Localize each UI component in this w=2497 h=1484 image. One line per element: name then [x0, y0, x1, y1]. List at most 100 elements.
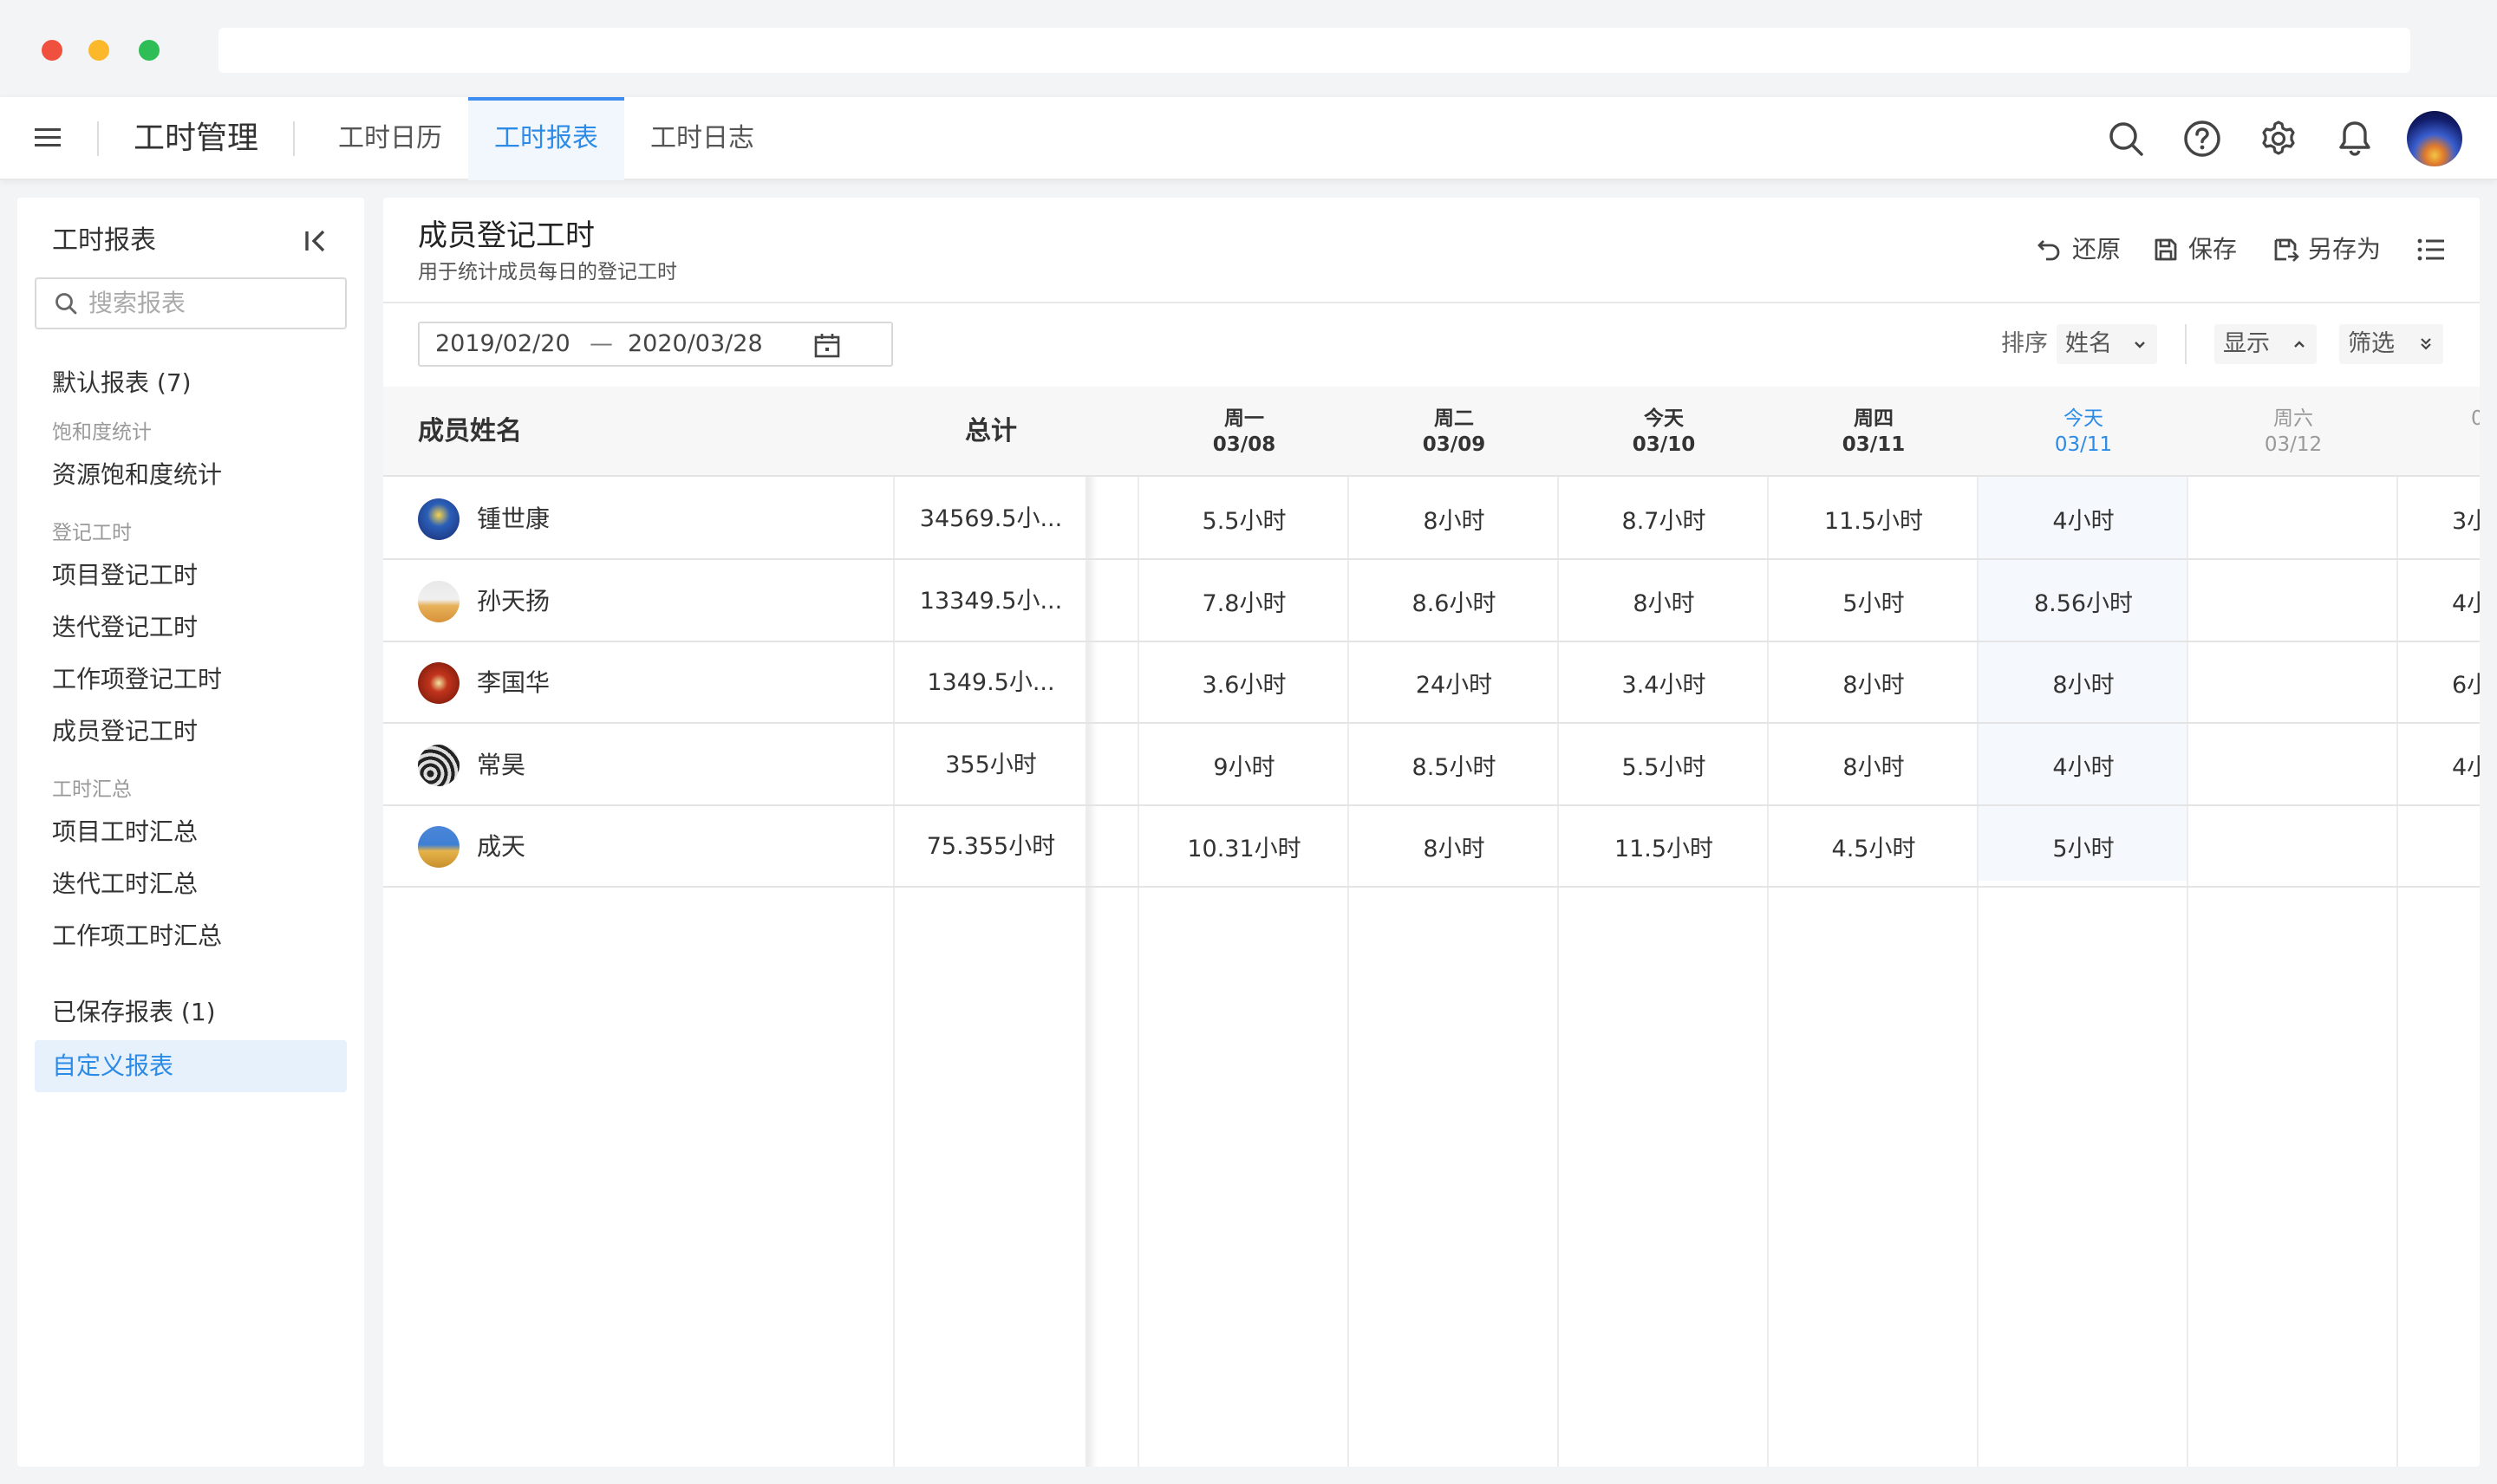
header-day-today: 今天 03/11 [1979, 387, 2188, 458]
table-row[interactable]: 李国华 1349.5小... 3.6小时 24小时 3.4小时 8小时 8小时 6小 [383, 642, 2480, 724]
subgroup-logged-hours: 登记工时 [52, 522, 132, 544]
day-hours-cell[interactable]: 3.4小时 [1559, 668, 1769, 703]
day-hours-cell[interactable]: 4小 [2452, 751, 2480, 785]
day-hours-cell[interactable]: 8.5小时 [1349, 751, 1559, 785]
list-view-icon[interactable] [2416, 234, 2447, 265]
sidebar-item-iteration-summary[interactable]: 迭代工时汇总 [52, 867, 198, 901]
day-hours-cell[interactable]: 4小时 [1979, 751, 2188, 785]
day-hours-cell[interactable]: 8.7小时 [1559, 504, 1769, 539]
day-hours-cell[interactable]: 4小时 [1979, 504, 2188, 539]
tab-log[interactable]: 工时日志 [635, 97, 770, 180]
user-avatar[interactable] [2407, 111, 2462, 166]
minimize-window-button[interactable] [88, 40, 109, 61]
bell-icon[interactable] [2334, 118, 2376, 159]
sidebar-item-project-hours[interactable]: 项目登记工时 [52, 558, 198, 593]
sidebar-item-resource-saturation[interactable]: 资源饱和度统计 [52, 458, 222, 492]
page-title: 成员登记工时 [418, 218, 595, 253]
close-window-button[interactable] [42, 40, 62, 61]
save-icon [2155, 238, 2177, 261]
group-default-reports[interactable]: 默认报表 (7) [52, 366, 192, 400]
header-day-weekend: 周六 03/12 [2188, 387, 2398, 458]
app-header: 工时管理 工时日历 工时报表 工时日志 [0, 97, 2497, 180]
day-hours-cell[interactable]: 8小时 [1769, 668, 1979, 703]
day-hours-cell[interactable]: 8小时 [1769, 751, 1979, 785]
group-saved-reports[interactable]: 已保存报表 (1) [52, 995, 216, 1030]
day-hours-cell[interactable]: 11.5小时 [1769, 504, 1979, 539]
day-hours-cell[interactable]: 8小时 [1559, 587, 1769, 622]
header-day: 今天 03/10 [1559, 387, 1769, 458]
filter-dropdown[interactable]: 筛选 [2339, 324, 2443, 364]
header-day: 周一 03/08 [1139, 387, 1349, 458]
filter-label: 筛选 [2348, 330, 2395, 357]
day-hours-cell[interactable]: 11.5小时 [1559, 832, 1769, 867]
header-date: 03/12 [2264, 433, 2323, 456]
sidebar-item-custom-report[interactable]: 自定义报表 [35, 1040, 347, 1092]
date-separator: — [590, 330, 613, 357]
help-icon[interactable] [2181, 118, 2223, 159]
day-hours-cell[interactable]: 8.56小时 [1979, 587, 2188, 622]
sort-value: 姓名 [2065, 330, 2112, 357]
member-avatar [418, 498, 460, 540]
sidebar-item-workitem-hours[interactable]: 工作项登记工时 [52, 662, 222, 697]
sidebar-item-member-hours[interactable]: 成员登记工时 [52, 714, 198, 749]
date-range-picker[interactable]: 2019/02/20 — 2020/03/28 [418, 322, 893, 367]
tab-calendar[interactable]: 工时日历 [323, 97, 458, 180]
header-total[interactable]: 总计 [895, 387, 1087, 477]
date-end: 2020/03/28 [628, 330, 763, 357]
collapse-sidebar-icon[interactable] [298, 224, 333, 258]
total-hours: 13349.5小... [919, 587, 1063, 615]
member-name: 成天 [477, 832, 526, 861]
gear-icon[interactable] [2258, 118, 2299, 159]
report-search-input[interactable]: 搜索报表 [35, 277, 347, 329]
search-icon[interactable] [2105, 118, 2147, 159]
day-hours-cell[interactable]: 8小时 [1979, 668, 2188, 703]
day-hours-cell[interactable]: 24小时 [1349, 668, 1559, 703]
sidebar-item-workitem-summary[interactable]: 工作项工时汇总 [52, 919, 222, 954]
sidebar-item-iteration-hours[interactable]: 迭代登记工时 [52, 610, 198, 645]
day-hours-cell[interactable]: 5小时 [1979, 832, 2188, 867]
display-dropdown[interactable]: 显示 [2214, 324, 2317, 364]
table-row[interactable]: 孙天扬 13349.5小... 7.8小时 8.6小时 8小时 5小时 8.56小时 4小 [383, 561, 2480, 642]
save-button[interactable]: 保存 [2152, 232, 2247, 267]
save-as-icon [2274, 238, 2299, 262]
tab-report[interactable]: 工时报表 [468, 97, 624, 180]
restore-button[interactable]: 还原 [2036, 232, 2131, 267]
header-date: 0 [2471, 407, 2480, 430]
date-start: 2019/02/20 [435, 330, 570, 357]
address-bar[interactable] [218, 28, 2410, 73]
total-hours: 34569.5小... [919, 505, 1063, 532]
day-hours-cell[interactable]: 6小 [2452, 668, 2480, 703]
day-hours-cell[interactable]: 8小时 [1349, 504, 1559, 539]
header-divider [293, 121, 295, 156]
sidebar-item-label: 自定义报表 [52, 1051, 174, 1080]
day-hours-cell[interactable]: 9小时 [1139, 751, 1349, 785]
day-hours-cell[interactable]: 4.5小时 [1769, 832, 1979, 867]
table-row[interactable]: 成天 75.355小时 10.31小时 8小时 11.5小时 4.5小时 5小时 [383, 806, 2480, 888]
day-hours-cell[interactable]: 3小 [2452, 504, 2480, 539]
header-date: 03/09 [1422, 433, 1486, 456]
menu-icon[interactable] [33, 123, 62, 153]
day-hours-cell[interactable]: 5.5小时 [1139, 504, 1349, 539]
search-icon [55, 293, 77, 315]
display-label: 显示 [2223, 330, 2270, 357]
header-member-name[interactable]: 成员姓名 [418, 387, 522, 477]
header-weekday: 周二 [1434, 407, 1474, 430]
sidebar-item-project-summary[interactable]: 项目工时汇总 [52, 815, 198, 849]
day-hours-cell[interactable]: 5.5小时 [1559, 751, 1769, 785]
header-date: 03/11 [1842, 433, 1906, 456]
day-hours-cell[interactable]: 10.31小时 [1139, 832, 1349, 867]
sort-dropdown[interactable]: 姓名 [2057, 324, 2157, 364]
day-hours-cell[interactable]: 5小时 [1769, 587, 1979, 622]
save-as-button[interactable]: 另存为 [2272, 232, 2393, 267]
day-hours-cell[interactable]: 8.6小时 [1349, 587, 1559, 622]
maximize-window-button[interactable] [139, 40, 160, 61]
day-hours-cell[interactable]: 3.6小时 [1139, 668, 1349, 703]
day-hours-cell[interactable]: 4小 [2452, 587, 2480, 622]
day-hours-cell[interactable]: 8小时 [1349, 832, 1559, 867]
table-row[interactable]: 常昊 355小时 9小时 8.5小时 5.5小时 8小时 4小时 4小 [383, 725, 2480, 806]
chevron-down-icon [2135, 342, 2145, 348]
day-hours-cell[interactable]: 7.8小时 [1139, 587, 1349, 622]
sidebar-title: 工时报表 [52, 225, 156, 256]
table-row[interactable]: 锺世康 34569.5小... 5.5小时 8小时 8.7小时 11.5小时 4小时 3小 [383, 478, 2480, 560]
header-divider [97, 121, 99, 156]
